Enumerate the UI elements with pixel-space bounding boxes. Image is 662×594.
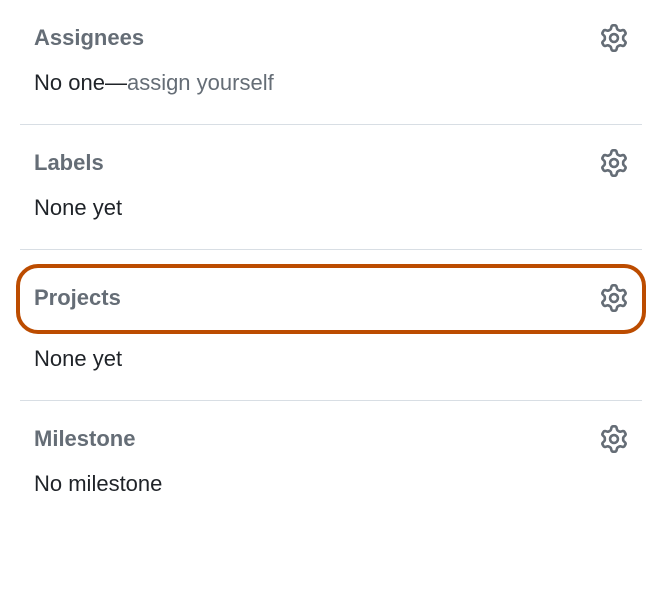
milestone-section: Milestone No milestone [20,401,642,525]
gear-icon[interactable] [600,24,628,52]
milestone-header: Milestone [34,425,628,453]
assignees-title: Assignees [34,25,144,51]
issue-sidebar: Assignees No one—assign yourself Labels … [0,0,662,525]
labels-content: None yet [34,195,628,221]
labels-title: Labels [34,150,104,176]
projects-header[interactable]: Projects [34,284,628,312]
milestone-title: Milestone [34,426,135,452]
projects-content: None yet [20,346,642,372]
projects-highlight: Projects [16,264,646,334]
assignees-content: No one—assign yourself [34,70,628,96]
assignees-noone-text: No one— [34,70,127,95]
labels-section: Labels None yet [20,125,642,250]
gear-icon[interactable] [600,425,628,453]
milestone-content: No milestone [34,471,628,497]
projects-title: Projects [34,285,121,311]
gear-icon[interactable] [600,284,628,312]
labels-header: Labels [34,149,628,177]
projects-section: Projects None yet [20,250,642,401]
assignees-section: Assignees No one—assign yourself [20,0,642,125]
assignees-header: Assignees [34,24,628,52]
gear-icon[interactable] [600,149,628,177]
assign-yourself-link[interactable]: assign yourself [127,70,274,95]
